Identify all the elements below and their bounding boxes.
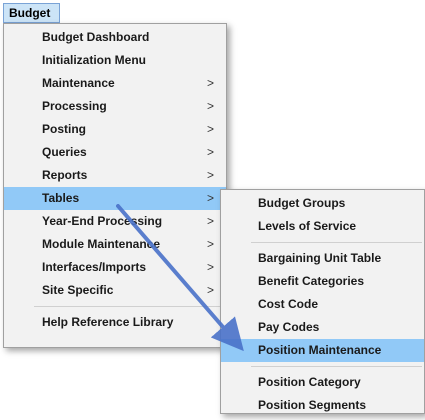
menu-item-label: Year-End Processing <box>42 214 163 228</box>
menu-item-label: Levels of Service <box>258 219 357 233</box>
menu-item-module-maintenance[interactable]: Module Maintenance > <box>4 233 226 256</box>
submenu-item-pay-codes[interactable]: Pay Codes <box>221 316 424 339</box>
menu-item-label: Benefit Categories <box>258 274 365 288</box>
menu-item-label: Position Category <box>258 375 361 389</box>
chevron-right-icon: > <box>206 237 214 251</box>
menu-item-label: Position Maintenance <box>258 343 382 357</box>
chevron-right-icon: > <box>206 76 214 90</box>
menu-item-label: Cost Code <box>258 297 318 311</box>
submenu-item-position-maintenance[interactable]: Position Maintenance <box>221 339 424 362</box>
chevron-right-icon: > <box>206 260 214 274</box>
menu-item-label: Bargaining Unit Table <box>258 251 382 265</box>
chevron-right-icon: > <box>206 168 214 182</box>
menu-item-label: Queries <box>42 145 87 159</box>
menu-item-label: Reports <box>42 168 88 182</box>
chevron-right-icon: > <box>206 283 214 297</box>
menu-item-label: Posting <box>42 122 86 136</box>
submenu-item-position-category[interactable]: Position Category <box>221 371 424 394</box>
menu-item-label: Site Specific <box>42 283 114 297</box>
menu-item-label: Interfaces/Imports <box>42 260 147 274</box>
tables-submenu: Budget Groups Levels of Service Bargaini… <box>220 189 425 414</box>
menu-item-queries[interactable]: Queries > <box>4 141 226 164</box>
menu-item-label: Module Maintenance <box>42 237 161 251</box>
menu-item-label: Budget Dashboard <box>42 30 150 44</box>
submenu-item-budget-groups[interactable]: Budget Groups <box>221 192 424 215</box>
submenu-item-position-segments[interactable]: Position Segments <box>221 394 424 417</box>
submenu-item-benefit-categories[interactable]: Benefit Categories <box>221 270 424 293</box>
menu-item-label: Tables <box>42 191 80 205</box>
menu-item-label: Position Segments <box>258 398 367 412</box>
menu-item-site-specific[interactable]: Site Specific > <box>4 279 226 302</box>
menu-item-help-reference-library[interactable]: Help Reference Library <box>4 311 226 334</box>
submenu-item-bargaining-unit-table[interactable]: Bargaining Unit Table <box>221 247 424 270</box>
menu-item-processing[interactable]: Processing > <box>4 95 226 118</box>
menu-item-initialization-menu[interactable]: Initialization Menu <box>4 49 226 72</box>
menu-item-maintenance[interactable]: Maintenance > <box>4 72 226 95</box>
chevron-right-icon: > <box>206 191 214 205</box>
menu-item-interfaces-imports[interactable]: Interfaces/Imports > <box>4 256 226 279</box>
menu-item-label: Maintenance <box>42 76 115 90</box>
menu-item-posting[interactable]: Posting > <box>4 118 226 141</box>
submenu-item-cost-code[interactable]: Cost Code <box>221 293 424 316</box>
chevron-right-icon: > <box>206 122 214 136</box>
menu-item-label: Help Reference Library <box>42 315 174 329</box>
chevron-right-icon: > <box>206 145 214 159</box>
chevron-right-icon: > <box>206 214 214 228</box>
menu-item-tables[interactable]: Tables > <box>4 187 226 210</box>
menu-separator <box>251 366 422 367</box>
menu-separator <box>34 306 224 307</box>
menu-item-label: Processing <box>42 99 107 113</box>
budget-menu-button[interactable]: Budget <box>3 3 60 23</box>
menu-item-reports[interactable]: Reports > <box>4 164 226 187</box>
chevron-right-icon: > <box>206 99 214 113</box>
budget-dropdown-menu: Budget Dashboard Initialization Menu Mai… <box>3 23 227 348</box>
menu-item-year-end-processing[interactable]: Year-End Processing > <box>4 210 226 233</box>
menu-item-label: Budget Groups <box>258 196 346 210</box>
submenu-item-levels-of-service[interactable]: Levels of Service <box>221 215 424 238</box>
menu-item-label: Pay Codes <box>258 320 320 334</box>
menu-separator <box>251 242 422 243</box>
menu-item-budget-dashboard[interactable]: Budget Dashboard <box>4 26 226 49</box>
menu-item-label: Initialization Menu <box>42 53 146 67</box>
